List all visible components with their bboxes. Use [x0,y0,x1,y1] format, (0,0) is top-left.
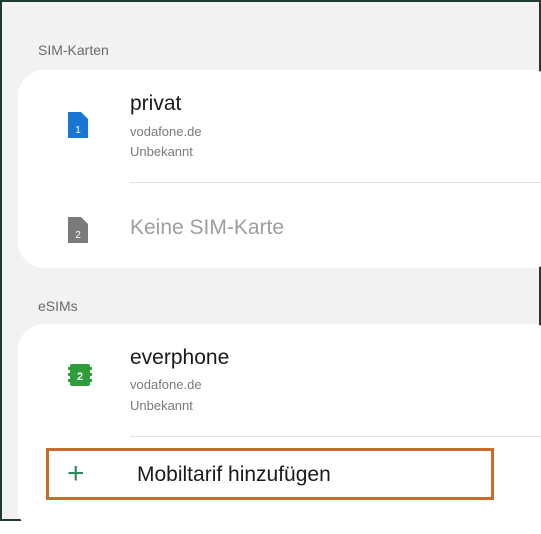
esim-section-header: eSIMs [38,298,78,314]
sim-card-2-icon: 2 [68,217,88,243]
esim-card-group: 2 everphone vodafone.de Unbekannt [18,324,541,534]
sim-card-1-icon: 1 [68,112,88,138]
add-mobile-plan-label: Mobiltarif hinzufügen [137,463,331,486]
sim-status: Unbekannt [130,144,193,159]
sim-slot-2-number: 2 [75,230,81,241]
esim-slot-number: 2 [77,371,83,383]
add-mobile-plan-button[interactable]: + Mobiltarif hinzufügen [46,448,494,500]
sim-manager-screen: SIM-Karten 1 privat vodafone.de Unbekann… [0,0,541,534]
esim-chip-icon: 2 [68,364,92,390]
sim-name: privat [130,92,182,115]
sim-section-header: SIM-Karten [38,42,109,58]
sim-slot-1-number: 1 [75,125,81,136]
esim-status: Unbekannt [130,398,193,413]
divider [130,436,541,437]
esim-carrier: vodafone.de [130,377,202,392]
sim-carrier: vodafone.de [130,124,202,139]
sim-item-privat[interactable]: 1 privat vodafone.de Unbekannt [18,70,541,182]
sim-card-group: 1 privat vodafone.de Unbekannt 2 Keine S… [18,70,541,268]
plus-icon: + [67,457,85,490]
esim-name: everphone [130,346,230,369]
sim-item-empty-slot[interactable]: 2 Keine SIM-Karte [18,183,541,268]
esim-item-everphone[interactable]: 2 everphone vodafone.de Unbekannt [18,324,541,436]
no-sim-label: Keine SIM-Karte [130,216,285,239]
